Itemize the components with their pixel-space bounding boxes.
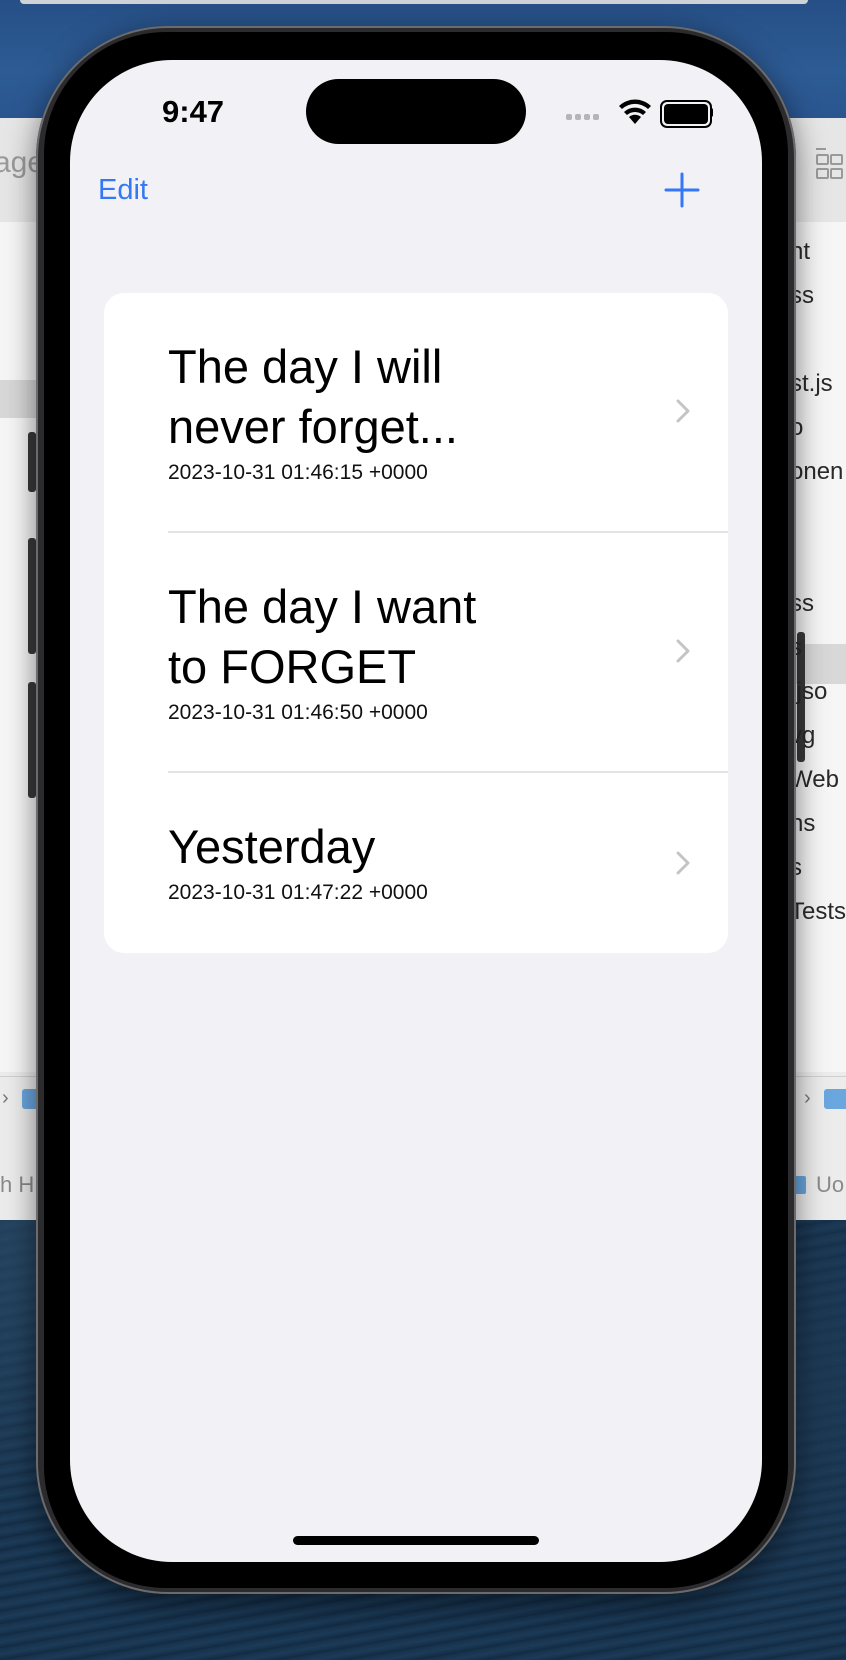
window-edge <box>20 0 808 4</box>
iphone-screen: 9:47 Edit The day I will never forget...… <box>70 60 762 1562</box>
entry-date: 2023-10-31 01:46:50 +0000 <box>168 701 428 724</box>
finder-row-selected[interactable] <box>0 380 40 418</box>
finder-item[interactable]: onen <box>790 458 843 486</box>
entry-title: The day I will never forget... <box>168 340 458 453</box>
home-indicator[interactable] <box>293 1536 539 1545</box>
entry-title: Yesterday <box>168 820 376 873</box>
finder-item[interactable]: Tests <box>790 898 846 926</box>
finder-scrollbar[interactable] <box>28 538 36 654</box>
list-item[interactable]: The day I will never forget... 2023-10-3… <box>104 293 728 531</box>
status-time: 9:47 <box>162 94 225 129</box>
edit-button[interactable]: Edit <box>98 174 148 207</box>
entry-date: 2023-10-31 01:46:15 +0000 <box>168 461 428 484</box>
entry-title: The day I want to FORGET <box>168 580 477 693</box>
wifi-icon <box>619 99 651 124</box>
finder-status-text: h HI <box>0 1172 41 1197</box>
chevron-right-icon <box>676 851 690 875</box>
finder-item[interactable]: Web <box>790 766 839 794</box>
dynamic-island <box>306 79 526 144</box>
battery-icon <box>660 100 712 128</box>
plus-icon[interactable] <box>664 172 700 208</box>
chevron-right-icon: › <box>804 1087 811 1109</box>
finder-status-text: Uo <box>816 1172 845 1197</box>
entries-list: The day I will never forget... 2023-10-3… <box>104 293 728 953</box>
finder-item[interactable]: st.js <box>790 370 833 398</box>
battery-nub <box>710 108 713 117</box>
list-item[interactable]: The day I want to FORGET 2023-10-31 01:4… <box>104 533 728 771</box>
list-item[interactable]: Yesterday 2023-10-31 01:47:22 +0000 <box>104 773 728 953</box>
grid-view-icon[interactable] <box>816 148 846 182</box>
finder-scrollbar[interactable] <box>28 432 36 492</box>
finder-scrollbar[interactable] <box>28 682 36 798</box>
chevron-right-icon: › <box>2 1087 9 1109</box>
chevron-right-icon <box>676 639 690 663</box>
chevron-right-icon <box>676 399 690 423</box>
entry-date: 2023-10-31 01:47:22 +0000 <box>168 881 428 904</box>
cellular-signal-icon <box>566 114 602 122</box>
folder-icon[interactable] <box>824 1089 846 1109</box>
